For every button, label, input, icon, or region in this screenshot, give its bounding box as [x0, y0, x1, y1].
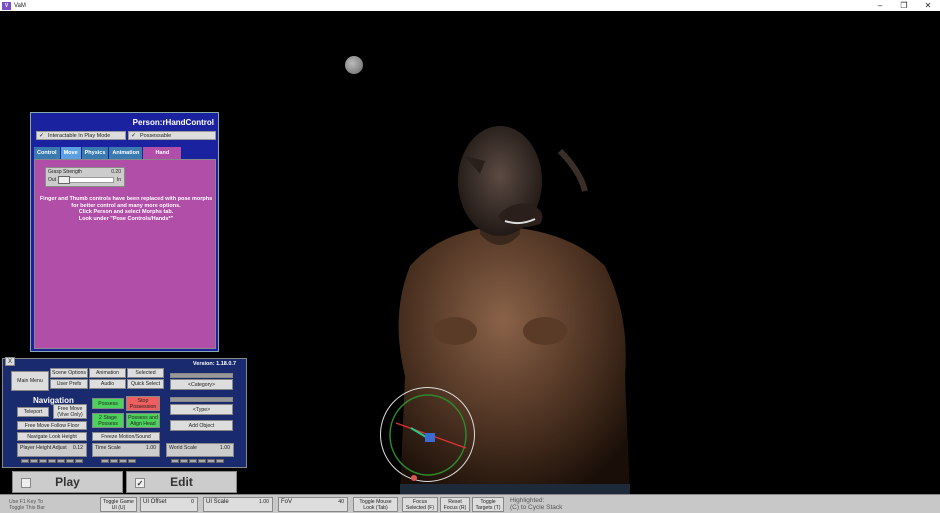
fov-label: FoV	[281, 499, 293, 505]
play-mode-button[interactable]: Play	[12, 471, 123, 493]
scene-light-sphere[interactable]	[345, 56, 363, 74]
btn-line: Focus (R)	[443, 505, 467, 511]
note-line: Look under "Pose Controls/Hands*"	[78, 215, 174, 222]
hint-line: Toggle This Bar	[9, 505, 45, 511]
hand-info-note: Finger and Thumb controls have been repl…	[35, 196, 217, 222]
toggle-mouse-look-button[interactable]: Toggle Mouse Look (Tab)	[353, 497, 398, 512]
selected-button[interactable]: Selected	[127, 368, 164, 378]
grasp-out-label: Out	[48, 177, 57, 183]
ui-scale-value: 1.00	[258, 499, 269, 505]
fov-slider[interactable]: FoV 40	[278, 497, 348, 512]
ui-offset-value: 0	[191, 499, 194, 505]
hand-tab-body: Grasp Strength 0.20 Out In Finger and Th…	[34, 159, 216, 349]
free-move-follow-floor-toggle[interactable]: Free Move Follow Floor	[17, 421, 87, 430]
player-height-value: 0.12	[72, 445, 83, 451]
audio-button[interactable]: Audio	[89, 379, 126, 389]
main-menu-button[interactable]: Main Menu	[11, 371, 49, 391]
person-hand-control-panel: Person:rHandControl Interactable In Play…	[30, 112, 219, 352]
play-label: Play	[55, 475, 80, 489]
status-line: Highlighted:	[510, 497, 545, 504]
toggle-game-ui-button[interactable]: Toggle Game UI (U)	[100, 497, 137, 512]
btn-line: Selected (F)	[405, 505, 435, 511]
btn-line: Look (Tab)	[363, 505, 388, 511]
app-logo-icon: V	[2, 1, 11, 10]
grasp-label: Grasp Strength	[48, 169, 82, 175]
reset-focus-button[interactable]: Reset Focus (R)	[440, 497, 470, 512]
stop-possession-button[interactable]: Stop Possession	[126, 396, 160, 411]
edit-checkbox[interactable]: ✓	[135, 478, 145, 488]
ui-scale-slider[interactable]: UI Scale 1.00	[203, 497, 273, 512]
window-title: VaM	[14, 2, 26, 9]
tab-control[interactable]: Control	[34, 147, 60, 159]
type-scroll[interactable]	[170, 397, 233, 402]
toggle-bar-hint: Use F1 Key To Toggle This Bar	[9, 499, 45, 511]
grasp-value: 0.20	[111, 169, 121, 175]
type-dropdown[interactable]: <Type>	[170, 404, 233, 415]
free-move-vive-button[interactable]: Free Move (Vive Only)	[53, 404, 87, 419]
world-scale-slider[interactable]: World Scale 1.00	[166, 443, 234, 457]
interactable-in-play-checkbox[interactable]: Interactable In Play Mode	[36, 131, 126, 140]
highlighted-status: Highlighted: (C) to Cycle Stack	[510, 497, 562, 511]
fov-value: 40	[338, 499, 344, 505]
btn-line: UI (U)	[111, 505, 126, 511]
category-dropdown[interactable]: <Category>	[170, 379, 233, 390]
scene-options-button[interactable]: Scene Options	[50, 368, 88, 378]
time-scale-value: 1.00	[145, 445, 156, 451]
tab-physics[interactable]: Physics	[81, 147, 109, 159]
category-scroll[interactable]	[170, 373, 233, 378]
navigate-look-height-toggle[interactable]: Navigate Look Height	[17, 432, 87, 441]
player-height-label: Player Height Adjust	[20, 445, 67, 451]
close-menu-button[interactable]: X	[5, 357, 15, 366]
main-menu-panel: X Version: 1.18.0.7 Main Menu Scene Opti…	[2, 357, 247, 468]
user-prefs-button[interactable]: User Prefs	[50, 379, 88, 389]
possessable-checkbox[interactable]: Possessable	[128, 131, 216, 140]
world-scale-steps[interactable]	[171, 459, 224, 463]
btn-line: Targets (T)	[475, 505, 501, 511]
animation-button[interactable]: Animation	[89, 368, 126, 378]
teleport-button[interactable]: Teleport	[17, 407, 49, 417]
version-label: Version: 1.18.0.7	[192, 361, 236, 367]
panel-title: Person:rHandControl	[132, 118, 214, 127]
player-height-steps[interactable]	[21, 459, 83, 463]
play-checkbox[interactable]	[21, 478, 31, 488]
ui-offset-label: UI Offset	[143, 499, 167, 505]
grasp-knob[interactable]	[58, 176, 70, 184]
edit-mode-button[interactable]: ✓ Edit	[126, 471, 237, 493]
note-line: Finger and Thumb controls have been repl…	[39, 196, 213, 202]
grasp-in-label: In	[116, 177, 121, 183]
bottom-toolbar: Use F1 Key To Toggle This Bar Toggle Gam…	[0, 494, 940, 513]
grasp-strength-slider[interactable]: Grasp Strength 0.20 Out In	[45, 167, 125, 187]
close-window-button[interactable]: ✕	[916, 0, 940, 11]
world-scale-value: 1.00	[219, 445, 230, 451]
time-scale-label: Time Scale	[95, 445, 121, 451]
focus-selected-button[interactable]: Focus Selected (F)	[402, 497, 438, 512]
two-stage-possess-button[interactable]: 2 Stage Possess	[92, 413, 124, 428]
minimize-button[interactable]: –	[868, 0, 892, 11]
player-height-slider[interactable]: Player Height Adjust 0.12	[17, 443, 87, 457]
possess-button[interactable]: Possess	[92, 398, 124, 409]
ui-offset-slider[interactable]: UI Offset 0	[140, 497, 198, 512]
transform-gizmo[interactable]	[380, 387, 475, 482]
tab-animation[interactable]: Animation	[109, 147, 143, 159]
time-scale-steps[interactable]	[101, 459, 136, 463]
title-bar: V VaM – ❐ ✕	[0, 0, 940, 11]
edit-label: Edit	[170, 475, 193, 489]
ui-scale-label: UI Scale	[206, 499, 229, 505]
freeze-motion-toggle[interactable]: Freeze Motion/Sound	[92, 432, 160, 441]
possess-align-head-button[interactable]: Possess and Align Head	[126, 413, 160, 428]
tab-move[interactable]: Move	[60, 147, 81, 159]
tab-hand[interactable]: Hand	[143, 147, 182, 159]
restore-button[interactable]: ❐	[892, 0, 916, 11]
status-line: (C) to Cycle Stack	[510, 504, 563, 511]
time-scale-slider[interactable]: Time Scale 1.00	[92, 443, 160, 457]
world-scale-label: World Scale	[169, 445, 197, 451]
quick-select-button[interactable]: Quick Select	[127, 379, 164, 389]
add-object-button[interactable]: Add Object	[170, 420, 233, 431]
toggle-targets-button[interactable]: Toggle Targets (T)	[472, 497, 504, 512]
